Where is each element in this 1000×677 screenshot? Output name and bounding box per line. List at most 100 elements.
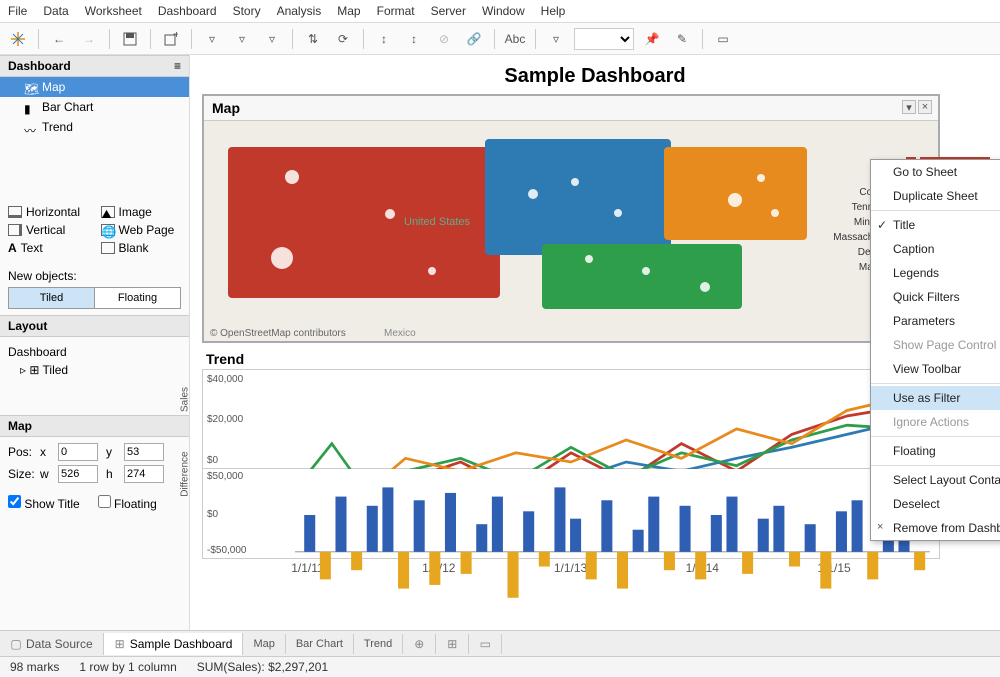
new-worksheet-icon[interactable]: ▿ (200, 27, 224, 51)
ctx-deselect[interactable]: Deselect (871, 492, 1000, 516)
tab-barchart[interactable]: Bar Chart (286, 634, 354, 654)
menu-server[interactable]: Server (431, 4, 466, 18)
sheet-item-map[interactable]: 🗺Map (0, 77, 189, 97)
panel-menu-icon[interactable]: ≡ (174, 59, 181, 73)
highlight-icon[interactable]: ✎ (670, 27, 694, 51)
status-rowcol: 1 row by 1 column (79, 660, 176, 674)
floating-checkbox[interactable]: Floating (98, 495, 157, 511)
ctx-parameters[interactable]: Parameters▶ (871, 309, 1000, 333)
tiled-button[interactable]: Tiled (9, 288, 94, 308)
menu-map[interactable]: Map (337, 4, 360, 18)
tab-data-source[interactable]: ▢Data Source (0, 633, 104, 655)
show-title-checkbox[interactable]: Show Title (8, 495, 80, 511)
tableau-logo-icon[interactable] (6, 27, 30, 51)
toolbar: ← → + ▿ ▿ ▿ ⇅ ⟳ ↕ ↕ ⊘ 🔗 Abc ▿ 📌 ✎ ▭ (0, 23, 1000, 55)
h-input[interactable] (124, 465, 164, 483)
layout-root[interactable]: Dashboard (8, 343, 181, 361)
map-attribution: © OpenStreetMap contributors (210, 328, 346, 339)
link-icon[interactable]: 🔗 (462, 27, 486, 51)
fit-icon[interactable]: ▿ (544, 27, 568, 51)
new-data-icon[interactable]: + (159, 27, 183, 51)
ctx-use-as-filter[interactable]: Use as Filter (871, 386, 1000, 410)
labels-icon[interactable]: Abc (503, 27, 527, 51)
svg-text:+: + (173, 32, 178, 41)
new-story-tab[interactable]: ▭ (469, 634, 502, 654)
obj-webpage[interactable]: 🌐Web Page (101, 223, 182, 237)
ctx-view-toolbar[interactable]: View Toolbar▶ (871, 357, 1000, 381)
bar-icon: ▮ (24, 102, 36, 112)
menu-story[interactable]: Story (233, 4, 261, 18)
tab-sample-dashboard[interactable]: ⊞Sample Dashboard (104, 633, 244, 655)
menu-dashboard[interactable]: Dashboard (158, 4, 217, 18)
sheet-item-trend[interactable]: 〰Trend (0, 117, 189, 137)
layout-tree: Dashboard ▹ ⊞ Tiled (0, 337, 189, 385)
presentation-icon[interactable]: ▭ (711, 27, 735, 51)
floating-button[interactable]: Floating (94, 288, 180, 308)
ctx-legends[interactable]: Legends▶ (871, 261, 1000, 285)
ctx-quick-filters[interactable]: Quick Filters▶ (871, 285, 1000, 309)
menu-help[interactable]: Help (541, 4, 566, 18)
tab-map[interactable]: Map (243, 634, 285, 654)
obj-vertical[interactable]: Vertical (8, 223, 89, 237)
dashboard-icon: ⊞ (114, 638, 126, 650)
obj-horizontal[interactable]: Horizontal (8, 205, 89, 219)
status-bar: 98 marks 1 row by 1 column SUM(Sales): $… (0, 656, 1000, 677)
sort-desc-icon[interactable]: ↕ (402, 27, 426, 51)
frame-menu-icon[interactable]: ▾ (902, 100, 916, 114)
worksheet-context-menu: Go to SheetDuplicate Sheet ✓TitleCaptionL… (870, 159, 1000, 541)
swap-icon[interactable]: ⇅ (301, 27, 325, 51)
trend-diff-chart[interactable]: Difference $50,000 $0 -$50,000 (202, 469, 940, 559)
dashboard-panel-header: Dashboard≡ (0, 55, 189, 77)
duplicate-icon[interactable]: ▿ (230, 27, 254, 51)
layout-child[interactable]: ▹ ⊞ Tiled (8, 361, 181, 379)
x-input[interactable] (58, 443, 98, 461)
layout-panel-header: Layout (0, 315, 189, 337)
new-worksheet-tab[interactable]: ⊕ (403, 634, 436, 654)
map-country-label: United States (404, 216, 470, 228)
menu-analysis[interactable]: Analysis (277, 4, 322, 18)
menu-bar: File Data Worksheet Dashboard Story Anal… (0, 0, 1000, 23)
status-sum: SUM(Sales): $2,297,201 (197, 660, 328, 674)
refresh-icon[interactable]: ⟳ (331, 27, 355, 51)
ctx-select-layout-container[interactable]: Select Layout Container (871, 468, 1000, 492)
forward-icon[interactable]: → (77, 27, 101, 51)
pin-icon[interactable]: 📌 (640, 27, 664, 51)
new-sheet-icon: ⊕ (413, 638, 425, 650)
obj-text[interactable]: AText (8, 241, 89, 255)
menu-window[interactable]: Window (482, 4, 525, 18)
new-dashboard-icon: ⊞ (446, 638, 458, 650)
obj-blank[interactable]: Blank (101, 241, 182, 255)
group-icon[interactable]: ⊘ (432, 27, 456, 51)
menu-worksheet[interactable]: Worksheet (85, 4, 142, 18)
obj-image[interactable]: ⛰Image (101, 205, 182, 219)
clear-icon[interactable]: ▿ (260, 27, 284, 51)
ctx-floating[interactable]: Floating (871, 439, 1000, 463)
trend-sales-chart[interactable]: Sales $40,000 $20,000 $0 (202, 369, 940, 469)
sidebar: Dashboard≡ 🗺Map ▮Bar Chart 〰Trend Horizo… (0, 55, 190, 630)
ctx-ignore-actions: Ignore Actions (871, 410, 1000, 434)
menu-file[interactable]: File (8, 4, 27, 18)
ctx-show-page-control: Show Page Control (871, 333, 1000, 357)
back-icon[interactable]: ← (47, 27, 71, 51)
ctx-duplicate-sheet[interactable]: Duplicate Sheet (871, 184, 1000, 208)
menu-data[interactable]: Data (43, 4, 68, 18)
new-story-icon: ▭ (479, 638, 491, 650)
ctx-go-to-sheet[interactable]: Go to Sheet (871, 160, 1000, 184)
fit-select[interactable] (574, 28, 634, 50)
ctx-caption[interactable]: Caption (871, 237, 1000, 261)
sort-asc-icon[interactable]: ↕ (372, 27, 396, 51)
data-source-icon: ▢ (10, 638, 22, 650)
sheet-item-barchart[interactable]: ▮Bar Chart (0, 97, 189, 117)
menu-format[interactable]: Format (377, 4, 415, 18)
ctx-title[interactable]: ✓Title (871, 213, 1000, 237)
new-dashboard-tab[interactable]: ⊞ (436, 634, 469, 654)
sales-ylabel: Sales (180, 387, 191, 412)
globe-icon: 🌐 (101, 224, 115, 236)
save-icon[interactable] (118, 27, 142, 51)
frame-close-icon[interactable]: × (918, 100, 932, 114)
tab-trend[interactable]: Trend (354, 634, 403, 654)
ctx-remove-from-dashboard[interactable]: ×Remove from Dashboard (871, 516, 1000, 540)
w-input[interactable] (58, 465, 98, 483)
y-input[interactable] (124, 443, 164, 461)
objects-palette: Horizontal ⛰Image Vertical 🌐Web Page ATe… (0, 197, 189, 263)
